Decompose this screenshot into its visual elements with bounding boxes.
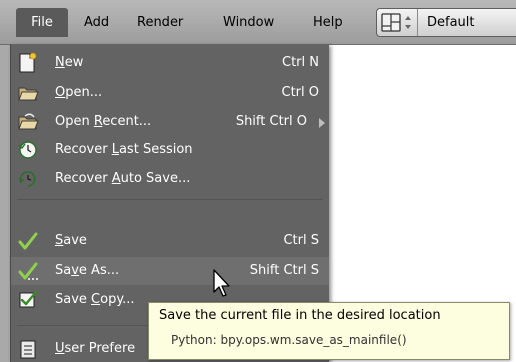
save-checkmark-icon [18, 232, 38, 250]
menu-item-label: Save As... [55, 263, 120, 278]
menu-item-label: User Prefere [55, 341, 136, 356]
menu-item-new[interactable]: New Ctrl N [11, 49, 329, 77]
menu-item-recover-last-session[interactable]: Recover Last Session [11, 136, 329, 164]
menu-item-save-as[interactable]: Save As... Shift Ctrl S [11, 257, 329, 285]
save-as-icon [18, 262, 38, 280]
menu-item-label: Save [55, 233, 87, 248]
menu-item-save[interactable]: Save Ctrl S [11, 227, 329, 255]
submenu-arrow-icon [319, 118, 325, 128]
menu-item-label: New [55, 55, 84, 70]
menu-item-recover-auto-save[interactable]: Recover Auto Save... [11, 165, 329, 193]
screen-layout-selector[interactable]: Default [376, 8, 516, 37]
menu-window[interactable]: Window [223, 12, 274, 34]
tooltip-description: Save the current file in the desired loc… [159, 308, 441, 323]
menu-item-label: Open Recent... [55, 114, 152, 129]
menu-render[interactable]: Render [137, 12, 183, 34]
menu-add[interactable]: Add [84, 12, 109, 34]
info-header: File Add Render Window Help Default [0, 0, 516, 45]
tooltip: Save the current file in the desired loc… [148, 302, 510, 360]
menu-item-open[interactable]: Open... Ctrl O [11, 79, 329, 107]
tooltip-python-path: Python: bpy.ops.wm.save_as_mainfile() [171, 333, 407, 347]
menu-item-shortcut: Ctrl O [281, 85, 320, 100]
menu-item-shortcut: Shift Ctrl S [249, 263, 319, 278]
menu-item-label: Recover Auto Save... [55, 171, 191, 186]
folder-open-icon [18, 87, 39, 101]
menu-item-shortcut: Shift Ctrl O [235, 114, 307, 129]
menu-help[interactable]: Help [313, 12, 343, 34]
blender-window: File Add Render Window Help Default New … [0, 0, 516, 362]
screen-layout-name[interactable]: Default [427, 9, 475, 36]
menu-item-label: Save Copy... [55, 292, 135, 307]
menu-file[interactable]: File [16, 8, 68, 37]
recover-auto-icon [18, 171, 36, 187]
user-preferences-icon [20, 340, 36, 359]
save-copy-icon [19, 290, 38, 308]
menu-item-label: Recover Last Session [55, 142, 193, 157]
menu-item-open-recent[interactable]: Open Recent... Shift Ctrl O [11, 108, 329, 136]
new-file-icon [19, 52, 37, 73]
menu-item-shortcut: Ctrl N [282, 55, 319, 70]
open-recent-icon [18, 113, 39, 130]
screen-layout-dropdown[interactable] [377, 9, 418, 36]
menu-separator [17, 199, 323, 200]
recover-icon [18, 141, 37, 159]
menu-item-label: Open... [55, 85, 103, 100]
mouse-cursor-icon [213, 269, 230, 297]
menu-item-shortcut: Ctrl S [283, 233, 319, 248]
screen-layout-icon [381, 13, 411, 32]
